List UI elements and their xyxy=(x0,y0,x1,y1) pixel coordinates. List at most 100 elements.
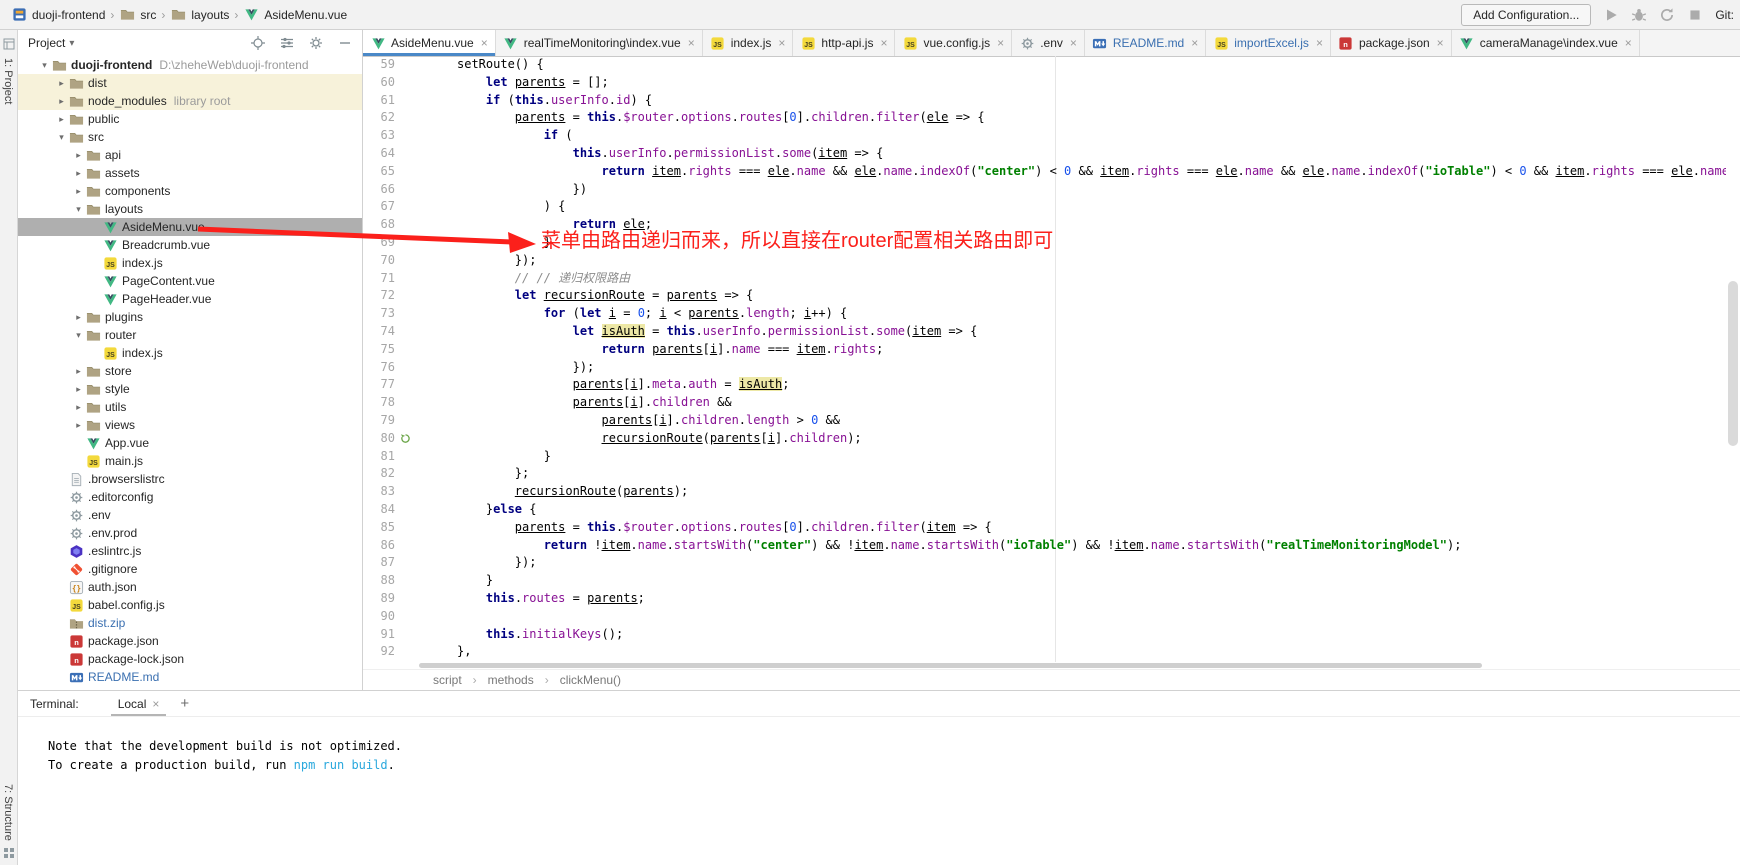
line-number[interactable]: 90 xyxy=(363,608,395,626)
gear-icon[interactable] xyxy=(309,36,323,50)
tree-chevron-icon[interactable]: ▸ xyxy=(72,186,85,197)
editor-tab[interactable]: JSvue.config.js× xyxy=(895,30,1012,56)
tree-chevron-icon[interactable]: ▸ xyxy=(72,312,85,323)
line-number[interactable]: 91 xyxy=(363,626,395,644)
stripe-project-label[interactable]: 1: Project xyxy=(2,58,14,104)
line-number[interactable]: 69 xyxy=(363,234,395,252)
scrollbar-thumb[interactable] xyxy=(419,663,1482,668)
tree-item-index.js[interactable]: JSindex.js xyxy=(18,344,362,362)
editor-tab[interactable]: README.md× xyxy=(1085,30,1206,56)
tree-item-README.md[interactable]: README.md xyxy=(18,668,362,686)
tree-item-babel.config.js[interactable]: JSbabel.config.js xyxy=(18,596,362,614)
tree-item-package.json[interactable]: npackage.json xyxy=(18,632,362,650)
terminal-output[interactable]: Note that the development build is not o… xyxy=(18,717,1740,775)
editor-breadcrumb-item[interactable]: clickMenu() xyxy=(560,673,621,687)
tree-item-store[interactable]: ▸store xyxy=(18,362,362,380)
tree-item-.env.prod[interactable]: .env.prod xyxy=(18,524,362,542)
line-number[interactable]: 67 xyxy=(363,198,395,216)
tree-item-duoji-frontend[interactable]: ▾duoji-frontendD:\zheheWeb\duoji-fronten… xyxy=(18,56,362,74)
editor-tab[interactable]: JShttp-api.js× xyxy=(793,30,895,56)
line-number[interactable]: 89 xyxy=(363,590,395,608)
tree-item-auth.json[interactable]: {}auth.json xyxy=(18,578,362,596)
tree-item-components[interactable]: ▸components xyxy=(18,182,362,200)
breadcrumb-item[interactable]: layouts xyxy=(167,5,232,25)
tree-item-assets[interactable]: ▸assets xyxy=(18,164,362,182)
tree-item-.gitignore[interactable]: .gitignore xyxy=(18,560,362,578)
tree-item-views[interactable]: ▸views xyxy=(18,416,362,434)
line-number[interactable]: 61 xyxy=(363,92,395,110)
hide-panel-icon[interactable] xyxy=(338,36,352,50)
tree-item-dist.zip[interactable]: dist.zip xyxy=(18,614,362,632)
vertical-scrollbar[interactable] xyxy=(1726,56,1740,662)
breadcrumb-item[interactable]: AsideMenu.vue xyxy=(240,5,350,25)
line-number[interactable]: 80 xyxy=(363,430,395,448)
scrollbar-thumb[interactable] xyxy=(1728,281,1738,446)
tree-item-api[interactable]: ▸api xyxy=(18,146,362,164)
tree-chevron-icon[interactable]: ▸ xyxy=(72,420,85,431)
tree-item-utils[interactable]: ▸utils xyxy=(18,398,362,416)
tree-chevron-icon[interactable]: ▾ xyxy=(72,204,85,215)
tree-item-AsideMenu.vue[interactable]: AsideMenu.vue xyxy=(18,218,362,236)
run-icon[interactable] xyxy=(1603,7,1619,23)
tree-item-.editorconfig[interactable]: .editorconfig xyxy=(18,488,362,506)
editor-tab[interactable]: realTimeMonitoring\index.vue× xyxy=(496,30,703,56)
line-number[interactable]: 79 xyxy=(363,412,395,430)
close-icon[interactable]: × xyxy=(1070,36,1077,50)
line-number[interactable]: 86 xyxy=(363,537,395,555)
line-number[interactable]: 63 xyxy=(363,127,395,145)
project-panel-title[interactable]: Project xyxy=(28,36,65,50)
tree-chevron-icon[interactable]: ▾ xyxy=(38,60,51,71)
tree-chevron-icon[interactable]: ▸ xyxy=(55,78,68,89)
tree-item-PageHeader.vue[interactable]: PageHeader.vue xyxy=(18,290,362,308)
sync-icon[interactable] xyxy=(1659,7,1675,23)
line-number[interactable]: 65 xyxy=(363,163,395,181)
tree-chevron-icon[interactable]: ▸ xyxy=(72,366,85,377)
line-number[interactable]: 73 xyxy=(363,305,395,323)
editor-tab[interactable]: JSimportExcel.js× xyxy=(1206,30,1331,56)
tree-item-PageContent.vue[interactable]: PageContent.vue xyxy=(18,272,362,290)
tree-item-dist[interactable]: ▸dist xyxy=(18,74,362,92)
editor-tab[interactable]: .env× xyxy=(1012,30,1085,56)
line-number[interactable]: 59 xyxy=(363,56,395,74)
close-icon[interactable]: × xyxy=(1316,36,1323,50)
close-icon[interactable]: × xyxy=(1191,36,1198,50)
tree-item-router[interactable]: ▾router xyxy=(18,326,362,344)
editor-tab[interactable]: AsideMenu.vue× xyxy=(363,30,496,56)
debug-icon[interactable] xyxy=(1631,7,1647,23)
line-number[interactable]: 74 xyxy=(363,323,395,341)
tree-item-main.js[interactable]: JSmain.js xyxy=(18,452,362,470)
editor-breadcrumb-item[interactable]: script xyxy=(433,673,462,687)
tree-item-App.vue[interactable]: App.vue xyxy=(18,434,362,452)
tree-item-.eslintrc.js[interactable]: .eslintrc.js xyxy=(18,542,362,560)
line-number[interactable]: 77 xyxy=(363,376,395,394)
line-number[interactable]: 87 xyxy=(363,554,395,572)
line-number[interactable]: 82 xyxy=(363,465,395,483)
terminal-tab-local[interactable]: Local × xyxy=(111,691,167,716)
tree-chevron-icon[interactable]: ▸ xyxy=(72,168,85,179)
line-number[interactable]: 84 xyxy=(363,501,395,519)
line-number[interactable]: 75 xyxy=(363,341,395,359)
tree-chevron-icon[interactable]: ▸ xyxy=(55,114,68,125)
line-number[interactable]: 85 xyxy=(363,519,395,537)
close-icon[interactable]: × xyxy=(997,36,1004,50)
line-number[interactable]: 92 xyxy=(363,643,395,661)
tree-chevron-icon[interactable]: ▸ xyxy=(72,402,85,413)
line-number[interactable]: 68 xyxy=(363,216,395,234)
chevron-down-icon[interactable]: ▾ xyxy=(69,38,74,49)
project-toolwindow-icon[interactable] xyxy=(3,38,15,50)
close-icon[interactable]: × xyxy=(880,36,887,50)
editor-breadcrumb-item[interactable]: methods xyxy=(488,673,534,687)
close-icon[interactable]: × xyxy=(152,697,159,711)
tree-chevron-icon[interactable]: ▸ xyxy=(55,96,68,107)
line-number[interactable]: 83 xyxy=(363,483,395,501)
tree-item-public[interactable]: ▸public xyxy=(18,110,362,128)
tree-item-layouts[interactable]: ▾layouts xyxy=(18,200,362,218)
close-icon[interactable]: × xyxy=(1437,36,1444,50)
tree-item-.env[interactable]: .env xyxy=(18,506,362,524)
line-number[interactable]: 71 xyxy=(363,270,395,288)
tree-chevron-icon[interactable]: ▾ xyxy=(72,330,85,341)
tree-item-.browserslistrc[interactable]: .browserslistrc xyxy=(18,470,362,488)
breadcrumb-item[interactable]: duoji-frontend xyxy=(8,5,108,25)
line-number[interactable]: 60 xyxy=(363,74,395,92)
tree-item-plugins[interactable]: ▸plugins xyxy=(18,308,362,326)
